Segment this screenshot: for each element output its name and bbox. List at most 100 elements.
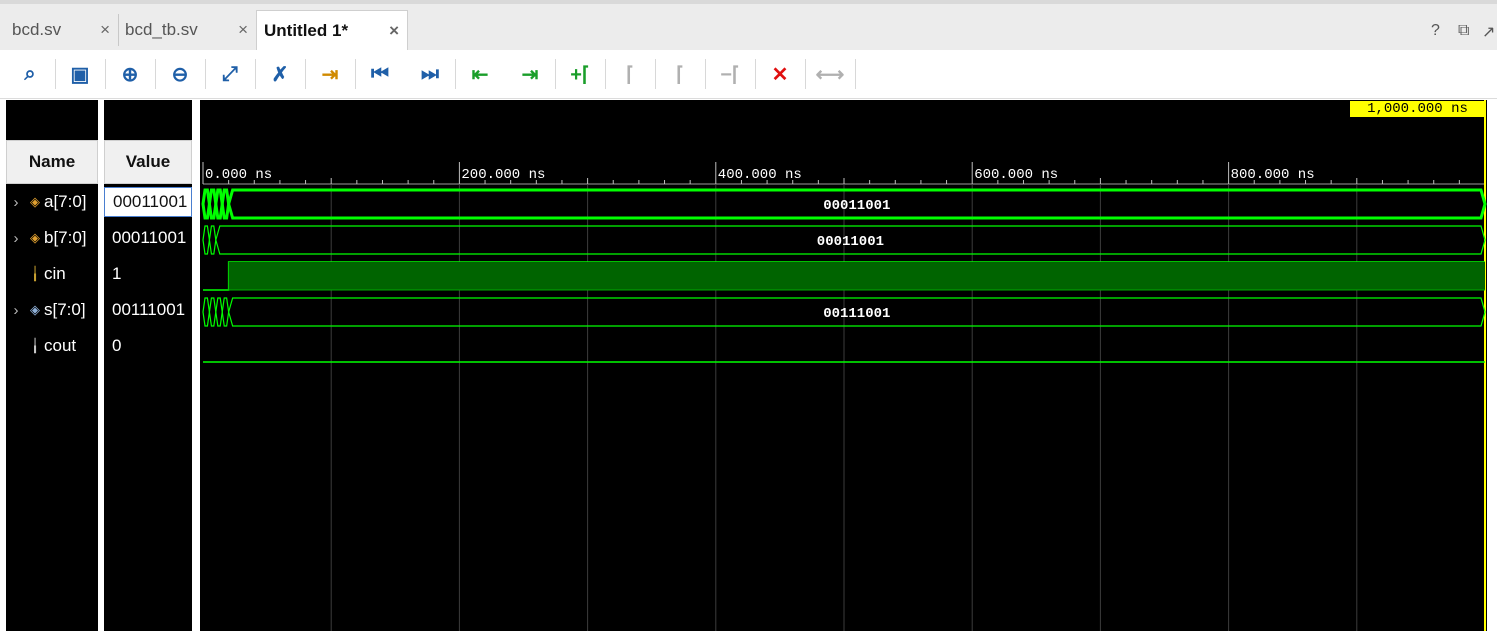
previous-edge-button[interactable]: ⇤: [465, 60, 495, 88]
add-marker-icon: +⌈: [570, 63, 590, 86]
signal-value[interactable]: 00011001: [104, 223, 192, 253]
signal-name-row[interactable]: › ◈ s[7:0]: [6, 295, 98, 325]
previous-edge-icon: ⇤: [471, 63, 489, 86]
cursor-time-label: 1,000.000 ns: [1350, 101, 1485, 117]
chevron-right-icon[interactable]: ›: [6, 302, 26, 319]
previous-marker-icon: ⌈: [626, 63, 634, 86]
bus-segment: [215, 297, 223, 327]
signal-value[interactable]: 00111001: [104, 295, 192, 325]
signal-name: a[7:0]: [44, 192, 87, 211]
zoom-out-icon: ⊖: [171, 63, 189, 86]
save-button[interactable]: ▣: [65, 60, 95, 88]
delete-marker-icon: −⌈: [720, 63, 740, 86]
toolbar-separator: [355, 59, 356, 89]
signal-name: s[7:0]: [44, 300, 86, 319]
bit-input-icon: ╽: [31, 266, 39, 281]
signal-name: b[7:0]: [44, 228, 87, 247]
bus-segment: [221, 297, 230, 327]
toolbar-separator: [205, 59, 206, 89]
cursor-icon: ✗: [271, 63, 289, 86]
bus-value-label: 00111001: [823, 306, 890, 322]
bus-segment: [202, 225, 211, 255]
toolbar-separator: [705, 59, 706, 89]
toolbar-separator: [155, 59, 156, 89]
previous-transition-button[interactable]: ⇥: [315, 60, 345, 88]
search-button[interactable]: ⌕: [15, 60, 45, 88]
help-icon[interactable]: ?: [1431, 22, 1440, 40]
close-icon[interactable]: ×: [389, 21, 399, 41]
tab-untitled-1[interactable]: Untitled 1* ×: [256, 10, 408, 51]
ruler-tick-label: 200.000 ns: [461, 167, 545, 183]
go-to-end-icon: ⏭: [421, 62, 439, 85]
signal-value[interactable]: 1: [104, 259, 192, 289]
search-icon: ⌕: [24, 62, 36, 85]
signal-name-row[interactable]: › ◈ b[7:0]: [6, 223, 98, 253]
bit-output-icon: ╽: [31, 338, 39, 353]
name-column-header[interactable]: Name: [6, 140, 98, 184]
waveform-viewer[interactable]: 0.000 ns 200.000 ns 400.000 ns 600.000 ns 80…: [200, 100, 1487, 631]
zoom-in-icon: ⊕: [121, 63, 139, 86]
signal-name: cout: [44, 336, 77, 355]
signal-name-row[interactable]: ╽ cin: [6, 259, 98, 289]
ruler-tick-label: 400.000 ns: [718, 167, 802, 183]
toolbar-separator: [105, 59, 106, 89]
go-to-cursor-button[interactable]: ✗: [265, 60, 295, 88]
ruler-tick-label: 800.000 ns: [1231, 167, 1315, 183]
toolbar-separator: [55, 59, 56, 89]
previous-marker-button: ⌈: [615, 60, 645, 88]
bus-segment: [202, 297, 211, 327]
add-marker-button[interactable]: +⌈: [565, 60, 595, 88]
bus-value-label: 00011001: [823, 198, 890, 214]
tab-bcd-sv[interactable]: bcd.sv ×: [0, 10, 118, 50]
chevron-right-icon[interactable]: ›: [6, 230, 26, 247]
tab-label: bcd_tb.sv: [125, 20, 198, 39]
delete-icon: ✕: [771, 63, 789, 86]
signal-name: cin: [44, 264, 66, 283]
tab-label: bcd.sv: [12, 20, 62, 39]
signal-name-row[interactable]: ╽ cout: [6, 331, 98, 361]
tab-bcd-tb-sv[interactable]: bcd_tb.sv ×: [119, 10, 256, 50]
next-edge-button[interactable]: ⇥: [515, 60, 545, 88]
toolbar-separator: [255, 59, 256, 89]
toolbar-separator: [455, 59, 456, 89]
go-to-start-icon: ⏮: [371, 62, 389, 85]
zoom-in-button[interactable]: ⊕: [115, 60, 145, 88]
popout-icon[interactable]: ↗: [1482, 22, 1495, 42]
swap-cursors-icon: ⟷: [815, 63, 845, 86]
go-to-end-button[interactable]: ⏭: [415, 60, 445, 88]
bus-segment: [208, 297, 217, 327]
pane-splitter[interactable]: [192, 100, 200, 631]
bus-input-icon: ◈: [30, 194, 40, 209]
vertical-scrollbar[interactable]: [1487, 100, 1497, 631]
toolbar-separator: [855, 59, 856, 89]
bus-output-icon: ◈: [30, 302, 40, 317]
restore-icon[interactable]: ⧉: [1458, 22, 1469, 40]
swap-cursors-button: ⟷: [815, 60, 845, 88]
bus-value-label: 00011001: [817, 234, 884, 250]
signal-value[interactable]: 00011001: [104, 187, 192, 217]
zoom-out-button[interactable]: ⊖: [165, 60, 195, 88]
bit-high-fill: [228, 262, 1485, 290]
bus-input-icon: ◈: [30, 230, 40, 245]
next-marker-button: ⌈: [665, 60, 695, 88]
toolbar-separator: [555, 59, 556, 89]
next-edge-icon: ⇥: [521, 63, 539, 86]
toolbar-separator: [755, 59, 756, 89]
go-to-start-button[interactable]: ⏮: [365, 60, 395, 88]
delete-all-markers-button[interactable]: ✕: [765, 60, 795, 88]
toolbar-separator: [305, 59, 306, 89]
chevron-right-icon[interactable]: ›: [6, 194, 26, 211]
signal-value[interactable]: 0: [104, 331, 192, 361]
toolbar-separator: [655, 59, 656, 89]
delete-marker-button: −⌈: [715, 60, 745, 88]
save-icon: ▣: [70, 63, 90, 86]
next-marker-icon: ⌈: [676, 63, 684, 86]
zoom-fit-button[interactable]: ⤢: [215, 60, 245, 88]
signal-name-row[interactable]: › ◈ a[7:0]: [6, 187, 98, 217]
toolbar-separator: [805, 59, 806, 89]
waveform-canvas[interactable]: 0.000 ns 200.000 ns 400.000 ns 600.000 ns 80…: [200, 100, 1487, 631]
value-column-header[interactable]: Value: [104, 140, 192, 184]
toolbar-separator: [605, 59, 606, 89]
close-icon[interactable]: ×: [100, 20, 110, 40]
close-icon[interactable]: ×: [238, 20, 248, 40]
